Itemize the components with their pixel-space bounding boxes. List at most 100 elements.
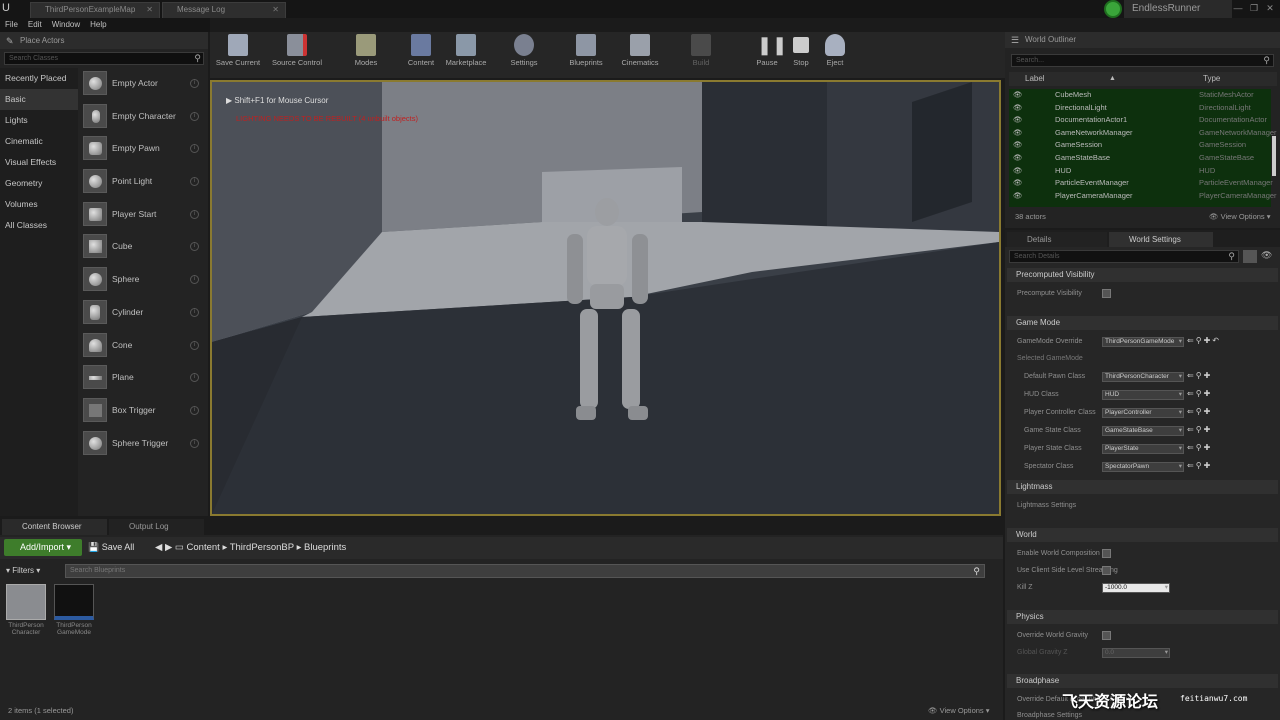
outliner-scrollbar[interactable] bbox=[1272, 136, 1276, 176]
save-current-button[interactable]: Save Current bbox=[212, 34, 264, 67]
asset-actions-icon[interactable]: ⇐⚲✚ bbox=[1187, 389, 1212, 398]
breadcrumb-thirdpersonbp[interactable]: ThirdPersonBP bbox=[230, 542, 294, 553]
menu-edit[interactable]: Edit bbox=[23, 18, 47, 31]
world-composition-checkbox[interactable] bbox=[1102, 549, 1111, 558]
category-all-classes[interactable]: All Classes bbox=[0, 215, 78, 236]
tab-output-log[interactable]: Output Log bbox=[109, 519, 204, 535]
outliner-search[interactable]: Search... ⚲ bbox=[1011, 54, 1274, 67]
tab-message-log[interactable]: Message Log ✕ bbox=[162, 2, 286, 18]
actor-plane[interactable]: Plane i bbox=[79, 362, 205, 395]
section-game-mode[interactable]: Game Mode bbox=[1007, 316, 1278, 330]
world-outliner-title[interactable]: World Outliner bbox=[1005, 32, 1280, 48]
asset-actions-icon[interactable]: ⇐⚲✚↶ bbox=[1187, 336, 1221, 345]
eye-icon[interactable]: 👁 bbox=[1013, 165, 1023, 177]
actor-player-start[interactable]: Player Start i bbox=[79, 199, 205, 232]
breadcrumb-blueprints[interactable]: Blueprints bbox=[304, 542, 346, 553]
actor-empty-actor[interactable]: Empty Actor i bbox=[79, 68, 205, 101]
close-window-button[interactable]: ✕ bbox=[1264, 3, 1276, 13]
section-world[interactable]: World bbox=[1007, 528, 1278, 542]
section-precomputed-visibility[interactable]: Precomputed Visibility bbox=[1007, 268, 1278, 282]
marketplace-button[interactable]: Marketplace bbox=[442, 34, 490, 67]
asset-actions-icon[interactable]: ⇐⚲✚ bbox=[1187, 461, 1212, 470]
back-arrow-icon[interactable]: ◀ ▶ bbox=[155, 542, 175, 553]
asset-actions-icon[interactable]: ⇐⚲✚ bbox=[1187, 425, 1212, 434]
outliner-row[interactable]: 👁 ParticleEventManager ParticleEventManage… bbox=[1009, 177, 1273, 190]
save-all-button[interactable]: 💾 Save All bbox=[88, 539, 134, 556]
tab-level[interactable]: ThirdPersonExampleMap ✕ bbox=[30, 2, 160, 18]
content-button[interactable]: Content bbox=[402, 34, 440, 67]
grid-view-icon[interactable] bbox=[1243, 250, 1257, 263]
precompute-visibility-checkbox[interactable] bbox=[1102, 289, 1111, 298]
actor-box-trigger[interactable]: Box Trigger i bbox=[79, 395, 205, 428]
column-type[interactable]: Type bbox=[1203, 72, 1220, 86]
player-state-dropdown[interactable]: PlayerState bbox=[1102, 444, 1184, 454]
category-recently-placed[interactable]: Recently Placed bbox=[0, 68, 78, 89]
category-lights[interactable]: Lights bbox=[0, 110, 78, 131]
asset-actions-icon[interactable]: ⇐⚲✚ bbox=[1187, 443, 1212, 452]
section-lightmass[interactable]: Lightmass bbox=[1007, 480, 1278, 494]
settings-button[interactable]: Settings bbox=[506, 34, 542, 67]
outliner-row[interactable]: 👁 DirectionalLight DirectionalLight bbox=[1009, 102, 1271, 115]
actor-cube[interactable]: Cube i bbox=[79, 231, 205, 264]
category-geometry[interactable]: Geometry bbox=[0, 173, 78, 194]
kill-z-input[interactable]: -1000.0 bbox=[1102, 583, 1170, 593]
info-icon[interactable]: i bbox=[190, 144, 199, 154]
view-options-button[interactable]: 👁 View Options ▾ bbox=[928, 706, 990, 715]
eye-icon[interactable]: 👁 bbox=[1013, 190, 1023, 202]
info-icon[interactable]: i bbox=[190, 307, 199, 317]
eye-icon[interactable]: 👁 bbox=[1013, 177, 1023, 189]
build-button[interactable]: Build bbox=[686, 34, 716, 67]
add-import-button[interactable]: Add/Import ▾ bbox=[4, 539, 82, 556]
global-gravity-input[interactable]: 0.0 bbox=[1102, 648, 1170, 658]
category-volumes[interactable]: Volumes bbox=[0, 194, 78, 215]
filters-button[interactable]: ▾ Filters ▾ bbox=[6, 564, 40, 578]
breadcrumb-content[interactable]: Content bbox=[187, 542, 220, 553]
actor-sphere-trigger[interactable]: Sphere Trigger i bbox=[79, 428, 205, 461]
info-icon[interactable]: i bbox=[190, 242, 199, 252]
info-icon[interactable]: i bbox=[190, 111, 199, 121]
close-icon[interactable]: ✕ bbox=[272, 3, 279, 17]
info-icon[interactable]: i bbox=[190, 209, 199, 219]
outliner-row[interactable]: 👁 PlayerCameraManager PlayerCameraManager bbox=[1009, 190, 1277, 203]
close-icon[interactable]: ✕ bbox=[146, 3, 153, 17]
details-search[interactable]: Search Details ⚲ bbox=[1009, 250, 1239, 263]
asset-actions-icon[interactable]: ⇐⚲✚ bbox=[1187, 371, 1212, 380]
outliner-row[interactable]: 👁 HUD HUD bbox=[1009, 165, 1271, 178]
eject-button[interactable]: Eject bbox=[822, 34, 848, 67]
menu-help[interactable]: Help bbox=[85, 18, 111, 31]
category-visual-effects[interactable]: Visual Effects bbox=[0, 152, 78, 173]
eye-icon[interactable]: 👁 bbox=[1013, 127, 1023, 139]
actor-sphere[interactable]: Sphere i bbox=[79, 264, 205, 297]
asset-actions-icon[interactable]: ⇐⚲✚ bbox=[1187, 407, 1212, 416]
menu-window[interactable]: Window bbox=[47, 18, 85, 31]
eye-icon[interactable]: 👁 bbox=[1013, 102, 1023, 114]
default-pawn-dropdown[interactable]: ThirdPersonCharacter bbox=[1102, 372, 1184, 382]
override-gravity-checkbox[interactable] bbox=[1102, 631, 1111, 640]
eye-icon[interactable]: 👁 bbox=[1013, 114, 1023, 126]
outliner-row[interactable]: 👁 CubeMesh StaticMeshActor bbox=[1009, 89, 1271, 102]
asset-thirdperson-gamemode[interactable]: ThirdPerson GameMode bbox=[52, 582, 96, 636]
view-options-button[interactable]: 👁 View Options ▾ bbox=[1209, 209, 1271, 225]
menu-file[interactable]: File bbox=[0, 18, 23, 31]
info-icon[interactable]: i bbox=[190, 275, 199, 285]
info-icon[interactable]: i bbox=[190, 177, 199, 187]
outliner-row[interactable]: 👁 GameStateBase GameStateBase bbox=[1009, 152, 1271, 165]
stop-button[interactable]: Stop bbox=[788, 34, 814, 67]
pause-button[interactable]: ❚❚ Pause bbox=[753, 34, 787, 67]
tab-world-settings[interactable]: World Settings bbox=[1109, 232, 1213, 247]
actor-point-light[interactable]: Point Light i bbox=[79, 166, 205, 199]
outliner-row[interactable]: 👁 GameNetworkManager GameNetworkManager bbox=[1009, 127, 1277, 140]
cinematics-button[interactable]: Cinematics bbox=[618, 34, 662, 67]
eye-icon[interactable]: 👁 bbox=[1013, 89, 1023, 101]
category-basic[interactable]: Basic bbox=[0, 89, 78, 110]
actor-empty-pawn[interactable]: Empty Pawn i bbox=[79, 133, 205, 166]
tab-content-browser[interactable]: Content Browser bbox=[2, 519, 107, 535]
spectator-dropdown[interactable]: SpectatorPawn bbox=[1102, 462, 1184, 472]
blueprints-button[interactable]: Blueprints bbox=[565, 34, 607, 67]
section-broadphase[interactable]: Broadphase bbox=[1007, 674, 1278, 688]
category-cinematic[interactable]: Cinematic bbox=[0, 131, 78, 152]
actor-cylinder[interactable]: Cylinder i bbox=[79, 297, 205, 330]
eye-icon[interactable]: 👁 bbox=[1013, 152, 1023, 164]
gamemode-override-dropdown[interactable]: ThirdPersonGameMode bbox=[1102, 337, 1184, 347]
actor-empty-character[interactable]: Empty Character i bbox=[79, 101, 205, 134]
